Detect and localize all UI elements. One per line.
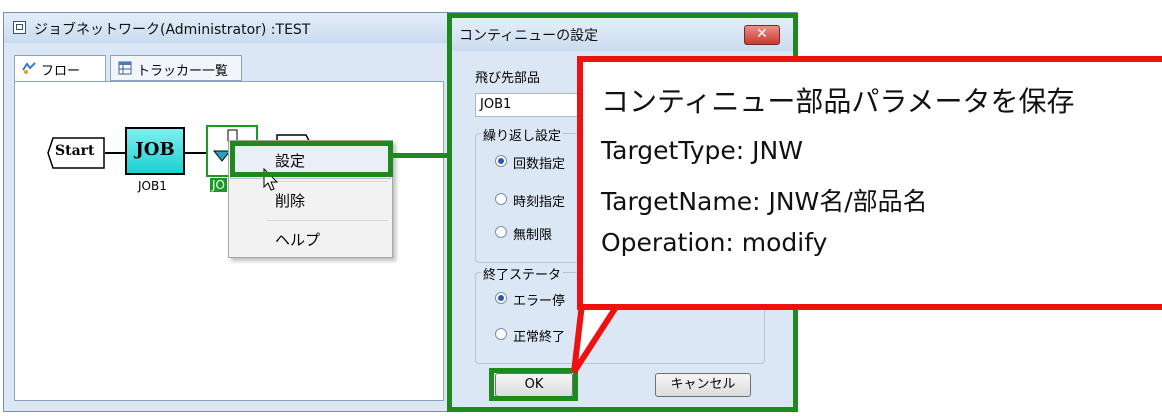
highlight-connector <box>393 153 451 158</box>
menu-separator <box>267 220 388 221</box>
menu-separator <box>267 181 388 182</box>
tab-flow[interactable]: フロー <box>14 55 106 82</box>
parameter-callout: コンティニュー部品パラメータを保存 TargetType: JNW Target… <box>577 56 1162 310</box>
window-title: ジョブネットワーク(Administrator) :TEST <box>34 22 311 38</box>
callout-line-operation: Operation: modify <box>601 228 828 257</box>
tab-flow-label: フロー <box>41 64 81 79</box>
tab-tracker-list[interactable]: トラッカー一覧 <box>110 55 242 81</box>
tab-tracker-list-label: トラッカー一覧 <box>137 64 229 79</box>
connector-line-2 <box>185 152 206 154</box>
app-icon <box>13 21 26 34</box>
job-node-label: JOB1 <box>138 179 167 193</box>
callout-title: コンティニュー部品パラメータを保存 <box>601 85 1075 118</box>
menu-item-delete[interactable]: 削除 <box>231 184 390 218</box>
callout-pointer <box>571 300 624 374</box>
connector-line <box>105 152 125 154</box>
menu-item-help[interactable]: ヘルプ <box>231 223 390 257</box>
continue-node-label: JO <box>210 178 227 192</box>
job-node[interactable]: JOB <box>125 127 185 175</box>
callout-line-target-name: TargetName: JNW名/部品名 <box>601 187 928 216</box>
menu-highlight-frame <box>230 141 393 177</box>
ok-highlight-frame <box>489 368 578 401</box>
flow-icon <box>22 62 36 74</box>
table-icon <box>118 61 132 75</box>
start-node-label: Start <box>55 143 95 159</box>
callout-line-target-type: TargetType: JNW <box>601 136 803 165</box>
